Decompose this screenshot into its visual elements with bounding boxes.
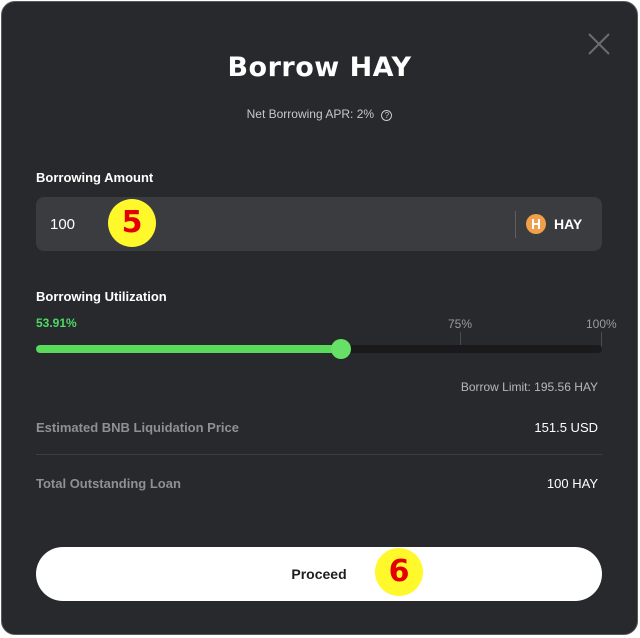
borrow-modal: Borrow HAY Net Borrowing APR: 2% ? Borro… bbox=[1, 1, 638, 635]
info-icon[interactable]: ? bbox=[381, 110, 393, 121]
apr-label: Net Borrowing APR: bbox=[246, 107, 354, 121]
step-badge-6: 6 bbox=[375, 548, 423, 596]
hay-token-icon bbox=[526, 214, 546, 234]
token-label: HAY bbox=[554, 216, 583, 232]
borrowing-amount-label: Borrowing Amount bbox=[36, 170, 154, 185]
utilization-slider-thumb[interactable] bbox=[331, 339, 352, 359]
borrowing-utilization-label: Borrowing Utilization bbox=[36, 289, 167, 304]
outstanding-loan-label: Total Outstanding Loan bbox=[36, 476, 181, 491]
liquidation-price-label: Estimated BNB Liquidation Price bbox=[36, 420, 239, 435]
tick-100-label: 100% bbox=[586, 317, 617, 331]
utilization-fill bbox=[36, 345, 342, 353]
apr-value: 2% bbox=[356, 107, 375, 121]
utilization-slider[interactable] bbox=[36, 339, 602, 359]
utilization-percent: 53.91% bbox=[36, 316, 77, 330]
token-selector[interactable]: HAY bbox=[526, 212, 582, 236]
tick-75-label: 75% bbox=[448, 317, 473, 331]
details-divider bbox=[36, 454, 602, 455]
borrow-limit: Borrow Limit: 195.56 HAY bbox=[460, 380, 598, 394]
outstanding-loan-value: 100 HAY bbox=[546, 476, 598, 491]
modal-title: Borrow HAY bbox=[227, 52, 412, 83]
step-badge-5: 5 bbox=[108, 199, 156, 247]
amount-divider bbox=[515, 211, 516, 238]
liquidation-price-value: 151.5 USD bbox=[534, 420, 598, 435]
proceed-button[interactable]: Proceed bbox=[36, 547, 602, 601]
net-borrowing-apr: Net Borrowing APR: 2% ? bbox=[2, 107, 637, 121]
